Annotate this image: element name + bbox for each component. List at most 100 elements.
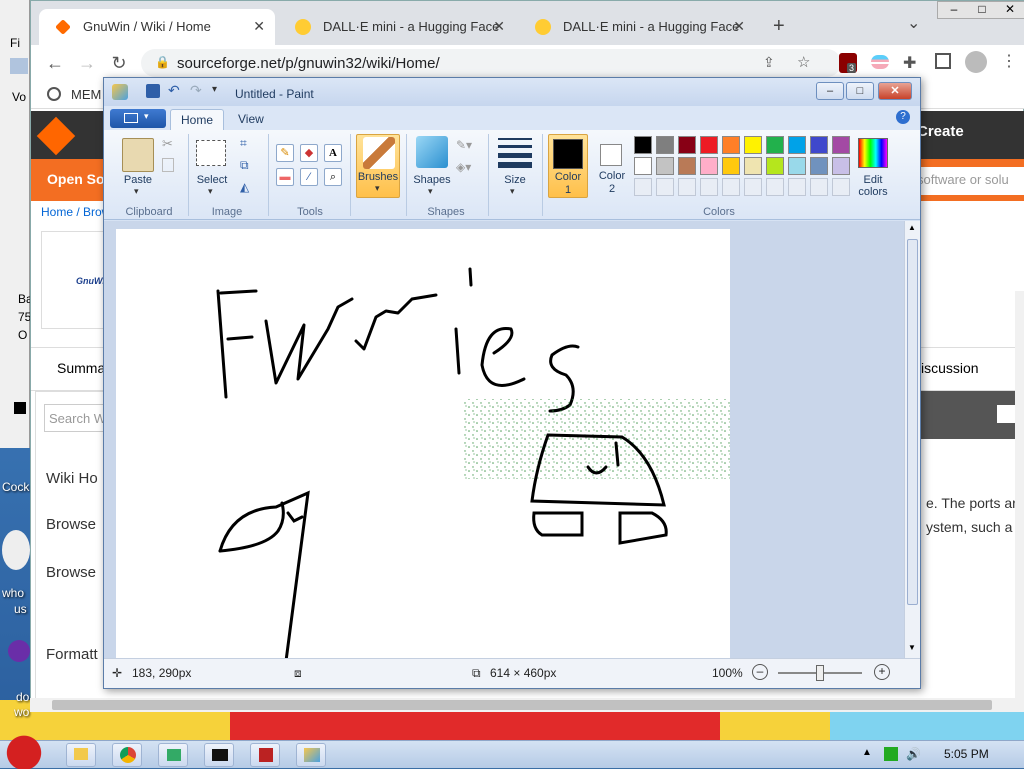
- sidebar-item-formatting[interactable]: Formatt: [46, 646, 98, 663]
- copy-icon[interactable]: [162, 158, 174, 172]
- edit-colors-button-line2[interactable]: colors: [850, 186, 896, 198]
- desktop-icon-label[interactable]: wo: [14, 705, 29, 719]
- chevron-down-icon[interactable]: ▾: [428, 186, 433, 197]
- select-icon[interactable]: [196, 140, 226, 166]
- palette-swatch[interactable]: [744, 178, 762, 196]
- zoom-slider-thumb[interactable]: [816, 665, 824, 681]
- palette-swatch[interactable]: [766, 178, 784, 196]
- save-icon[interactable]: [146, 84, 160, 98]
- tab-search-button[interactable]: ⌄: [907, 13, 920, 33]
- background-window[interactable]: Fi Vo Ba 75 O: [0, 0, 33, 448]
- forward-button[interactable]: →: [75, 51, 99, 75]
- close-window-button[interactable]: ✕: [998, 2, 1022, 16]
- pencil-icon[interactable]: ✎: [276, 144, 294, 162]
- resize-icon[interactable]: ⧉: [240, 158, 249, 173]
- create-button[interactable]: Create: [917, 123, 964, 140]
- palette-swatch[interactable]: [634, 178, 652, 196]
- palette-swatch[interactable]: [700, 136, 718, 154]
- paint-minimize-button[interactable]: –: [816, 82, 844, 100]
- color-swatch[interactable]: [14, 402, 26, 414]
- lock-icon[interactable]: 🔒: [155, 55, 170, 69]
- sidebar-item-browse-labels[interactable]: Browse: [46, 564, 96, 581]
- cut-icon[interactable]: ✂: [162, 136, 173, 152]
- scroll-down-arrow[interactable]: ▼: [908, 643, 916, 652]
- color-picker-icon[interactable]: ⁄: [300, 168, 318, 186]
- size-button[interactable]: Size: [494, 174, 536, 186]
- palette-swatch[interactable]: [788, 178, 806, 196]
- palette-swatch[interactable]: [766, 136, 784, 154]
- tab-home[interactable]: Home: [170, 109, 225, 130]
- palette-swatch[interactable]: [656, 136, 674, 154]
- sidebar-item-wiki-home[interactable]: Wiki Ho: [46, 470, 98, 487]
- breadcrumb[interactable]: Home / Brow: [41, 205, 110, 219]
- show-hidden-icons[interactable]: ▲: [862, 747, 872, 758]
- palette-swatch[interactable]: [700, 178, 718, 196]
- maximize-button[interactable]: □: [970, 2, 994, 16]
- fill-icon[interactable]: ◆: [300, 144, 318, 162]
- edit-colors-button[interactable]: Edit: [850, 174, 896, 186]
- ublock-extension-icon[interactable]: 3: [839, 53, 857, 73]
- palette-swatch[interactable]: [678, 178, 696, 196]
- palette-swatch[interactable]: [634, 157, 652, 175]
- palette-swatch[interactable]: [656, 178, 674, 196]
- paint-maximize-button[interactable]: □: [846, 82, 874, 100]
- palette-swatch[interactable]: [722, 178, 740, 196]
- brushes-button[interactable]: Brushes ▾: [356, 134, 400, 198]
- chevron-down-icon[interactable]: ▾: [510, 186, 515, 197]
- palette-swatch[interactable]: [788, 157, 806, 175]
- taskbar-cmd[interactable]: [204, 743, 234, 767]
- calendar-icon[interactable]: [997, 405, 1015, 423]
- paste-button[interactable]: Paste: [118, 174, 158, 186]
- start-button[interactable]: [4, 733, 44, 769]
- profile-avatar[interactable]: [965, 51, 987, 73]
- redo-icon[interactable]: ↷: [190, 82, 202, 99]
- palette-swatch[interactable]: [832, 178, 850, 196]
- page-vertical-scrollbar[interactable]: [1015, 291, 1024, 711]
- close-tab-icon[interactable]: ✕: [493, 18, 505, 35]
- taskbar-chrome[interactable]: [112, 743, 142, 767]
- chevron-down-icon[interactable]: ▾: [134, 186, 139, 197]
- side-panel-icon[interactable]: [935, 53, 951, 69]
- rotate-icon[interactable]: ◭: [240, 180, 249, 194]
- scrollbar-thumb[interactable]: [52, 700, 992, 710]
- paint-close-button[interactable]: ✕: [878, 82, 912, 100]
- share-icon[interactable]: ⇪: [763, 54, 775, 71]
- reload-button[interactable]: ↻: [107, 51, 131, 75]
- desktop-icon[interactable]: [2, 530, 30, 570]
- undo-icon[interactable]: ↶: [168, 82, 180, 99]
- size-icon[interactable]: [498, 138, 532, 168]
- close-tab-icon[interactable]: ✕: [733, 18, 745, 35]
- palette-swatch[interactable]: [678, 157, 696, 175]
- palette-swatch[interactable]: [810, 178, 828, 196]
- crop-icon[interactable]: ⌗: [240, 136, 247, 151]
- taskbar-explorer[interactable]: [66, 743, 96, 767]
- palette-swatch[interactable]: [744, 136, 762, 154]
- desktop-icon-label[interactable]: us: [14, 602, 27, 616]
- paint-app-icon[interactable]: [112, 84, 128, 100]
- shapes-button[interactable]: Shapes: [410, 174, 454, 186]
- palette-swatch[interactable]: [678, 136, 696, 154]
- outline-icon[interactable]: ✎▾: [456, 138, 472, 152]
- open-source-link[interactable]: Open So: [47, 171, 105, 187]
- fill-style-icon[interactable]: ◈▾: [456, 160, 471, 174]
- page-horizontal-scrollbar[interactable]: [30, 698, 1024, 712]
- file-menu-button[interactable]: ▾: [110, 109, 166, 128]
- text-icon[interactable]: A: [324, 144, 342, 162]
- palette-swatch[interactable]: [832, 136, 850, 154]
- tab-dalle-1[interactable]: DALL·E mini - a Hugging Face ✕: [279, 9, 515, 45]
- desktop-icon-label[interactable]: Cock: [2, 480, 29, 494]
- palette-swatch[interactable]: [810, 157, 828, 175]
- minimize-button[interactable]: –: [942, 2, 966, 16]
- yahoo-icon[interactable]: [8, 640, 30, 662]
- shapes-icon[interactable]: [416, 136, 448, 168]
- new-tab-button[interactable]: +: [773, 15, 785, 38]
- extension-icon[interactable]: [871, 55, 889, 69]
- volume-icon[interactable]: 🔊: [906, 747, 921, 761]
- eraser-icon[interactable]: ▬: [276, 168, 294, 186]
- edit-colors-icon[interactable]: [858, 138, 888, 168]
- desktop-icon-label[interactable]: do: [16, 690, 29, 704]
- palette-swatch[interactable]: [744, 157, 762, 175]
- address-bar[interactable]: 🔒 sourceforge.net/p/gnuwin32/wiki/Home/ …: [141, 49, 841, 77]
- canvas-scroll-thumb[interactable]: [907, 239, 918, 605]
- chevron-down-icon[interactable]: ▾: [208, 186, 213, 197]
